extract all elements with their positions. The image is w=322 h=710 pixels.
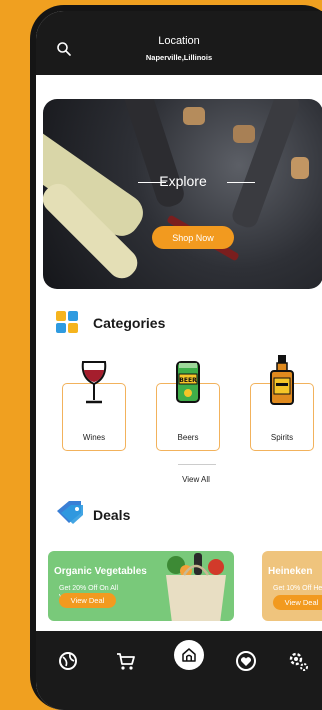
hero-heading: Explore: [159, 173, 207, 189]
svg-text:BEER: BEER: [179, 377, 197, 384]
grocery-bag-image: [166, 553, 226, 621]
cart-icon[interactable]: [114, 649, 138, 673]
explore-icon[interactable]: [56, 649, 80, 673]
deal-title: Heineken: [268, 566, 313, 577]
home-icon: [182, 648, 196, 662]
app-screen: Location Naperville,Lillinois Explore Sh…: [36, 11, 322, 710]
category-label-spirits: Spirits: [270, 433, 294, 442]
view-all-link[interactable]: View All: [160, 475, 232, 484]
deal-title: Organic Vegetables: [54, 566, 147, 577]
hero-divider-right: [227, 182, 255, 183]
view-deal-button[interactable]: View Deal: [273, 595, 322, 610]
category-card-spirits[interactable]: Spirits: [250, 355, 314, 451]
location-title: Location: [158, 35, 200, 47]
bottom-nav: [36, 631, 322, 710]
category-card-wines[interactable]: Wines: [62, 361, 126, 451]
category-label-wines: Wines: [82, 433, 106, 442]
hero-image: [43, 99, 309, 279]
category-card-beers[interactable]: BEER Beers: [156, 361, 220, 451]
categories-icon: [56, 311, 78, 333]
spirits-bottle-icon: [270, 355, 294, 405]
spacer: [36, 75, 322, 97]
beer-can-icon: BEER: [176, 361, 200, 403]
phone-frame: Location Naperville,Lillinois Explore Sh…: [30, 5, 322, 710]
deals-icon: [57, 501, 83, 524]
category-label-beers: Beers: [177, 433, 199, 442]
settings-icon[interactable]: [286, 649, 310, 673]
deal-card-heineken[interactable]: Heineken Get 10% Off Heineken View Deal: [262, 551, 322, 621]
location-value[interactable]: Naperville,Lillinois: [36, 53, 322, 62]
home-button[interactable]: [174, 640, 204, 670]
view-all-divider: [178, 464, 216, 465]
categories-title: Categories: [93, 315, 166, 331]
favorites-icon[interactable]: [234, 649, 258, 673]
top-bar: Location Naperville,Lillinois: [36, 11, 322, 75]
view-deal-button[interactable]: View Deal: [59, 593, 116, 608]
deals-title: Deals: [93, 507, 131, 523]
spacer: [36, 623, 322, 631]
wine-glass-icon: [81, 361, 107, 404]
hero-banner: Explore Shop Now: [43, 99, 322, 289]
deal-card-organic-vegetables[interactable]: Organic Vegetables Get 20% Off On All Ve…: [48, 551, 234, 621]
deal-subtitle: Get 10% Off Heineken: [273, 585, 322, 592]
shop-now-button[interactable]: Shop Now: [152, 226, 234, 249]
